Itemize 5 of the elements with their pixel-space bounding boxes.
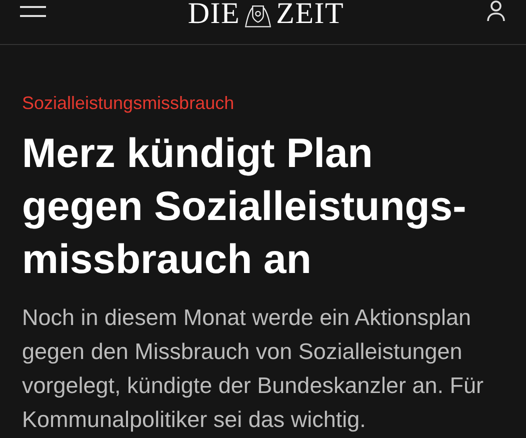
logo[interactable]: DIE ZEIT: [188, 0, 344, 29]
summary: Noch in diesem Monat werde ein Aktionsplan gegen den Missbrauch von Sozialleistungen vorgelegt, kündigte der Bundeskanzler an. Für Kommunalpolitiker sei das wichtig.: [22, 304, 485, 434]
kicker[interactable]: Sozialleistungsmissbrauch: [22, 91, 504, 115]
headline: Merz kündigt Plan gegen Sozialleistungs-missbrauch an: [22, 129, 468, 284]
user-icon[interactable]: [486, 0, 506, 22]
